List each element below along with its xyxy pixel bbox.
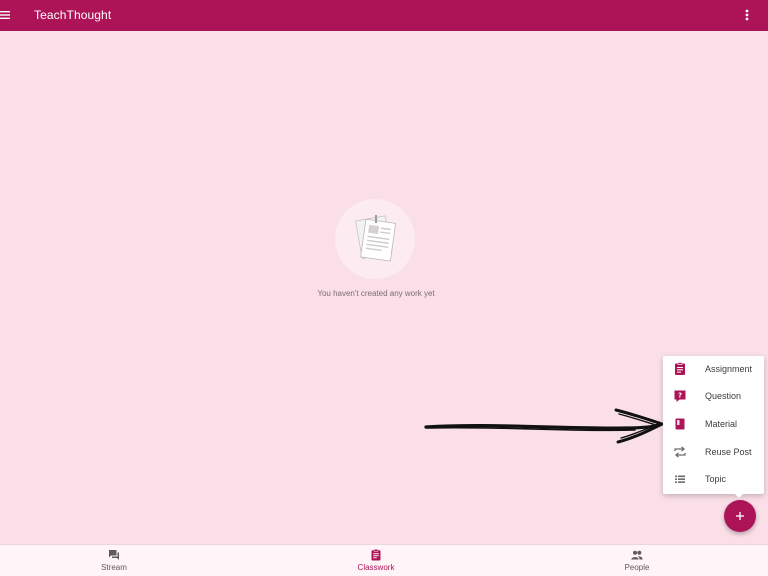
create-material-item[interactable]: Material [663, 411, 764, 437]
assignment-papers-illustration [335, 199, 415, 279]
create-fab-button[interactable] [724, 500, 756, 532]
add-icon [736, 512, 744, 520]
more-vert-icon[interactable] [739, 7, 755, 23]
app-title: TeachThought [34, 8, 112, 22]
list-icon [675, 475, 685, 483]
top-app-bar: TeachThought [0, 0, 768, 31]
chat-icon [109, 550, 119, 560]
empty-state-message: You haven't created any work yet [317, 289, 435, 298]
topic-label: Topic [705, 474, 727, 484]
create-question-item[interactable]: ? Question [663, 383, 764, 409]
nav-classwork-label: Classwork [357, 563, 395, 572]
bottom-navigation: Stream Classwork People [0, 544, 768, 576]
nav-people[interactable]: People [587, 545, 687, 576]
assignment-icon [371, 549, 381, 561]
nav-stream-label: Stream [101, 563, 127, 572]
people-icon [631, 550, 643, 560]
question-icon: ? [674, 390, 686, 402]
nav-classwork[interactable]: Classwork [326, 545, 426, 576]
create-assignment-item[interactable]: Assignment [663, 356, 764, 382]
create-topic-item[interactable]: Topic [663, 466, 764, 492]
assignment-icon [675, 362, 685, 375]
create-menu-pointer [733, 492, 745, 498]
reuse-post-label: Reuse Post [705, 447, 752, 457]
nav-people-label: People [624, 563, 650, 572]
svg-text:?: ? [678, 392, 682, 400]
repeat-icon [674, 446, 686, 458]
question-label: Question [705, 391, 742, 401]
hamburger-menu-icon[interactable] [0, 7, 12, 23]
classwork-content [0, 31, 768, 544]
assignment-label: Assignment [705, 364, 753, 374]
create-reuse-post-item[interactable]: Reuse Post [663, 439, 764, 465]
material-icon [675, 418, 685, 430]
material-label: Material [705, 419, 738, 429]
nav-stream[interactable]: Stream [64, 545, 164, 576]
annotation-arrow-icon [424, 408, 664, 444]
create-menu: Assignment ? Question Material Reuse Pos… [663, 356, 764, 494]
